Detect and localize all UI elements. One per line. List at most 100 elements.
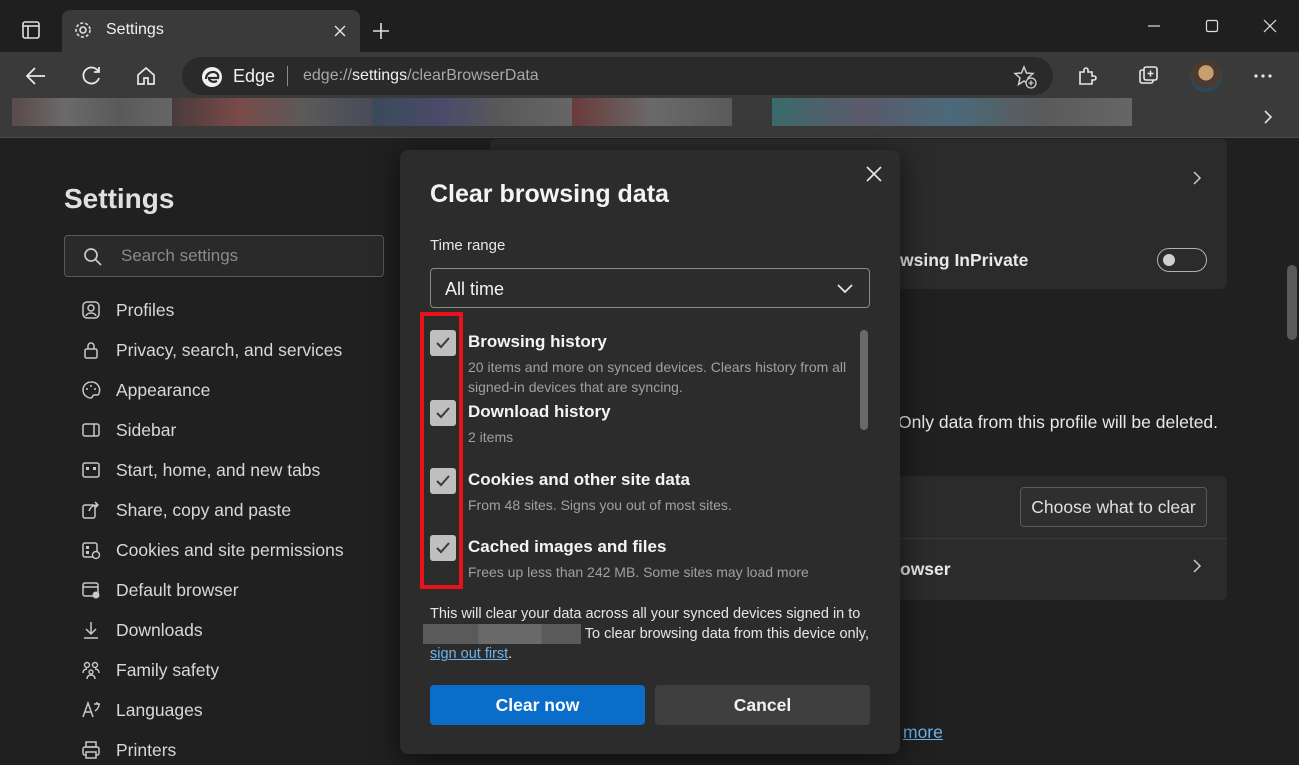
dialog-scrollbar[interactable] <box>860 330 868 430</box>
clear-browsing-data-dialog: Clear browsing data Time range All time … <box>400 150 900 754</box>
search-input[interactable] <box>121 245 371 267</box>
item-desc: From 48 sites. Signs you out of most sit… <box>468 497 732 513</box>
url-prefix: edge:// <box>303 67 352 84</box>
sidebar-item-label: Cookies and site permissions <box>116 539 344 560</box>
sidebar-item-label: Default browser <box>116 579 239 600</box>
search-box[interactable] <box>64 235 384 277</box>
sidebar-item-label: Start, home, and new tabs <box>116 459 321 480</box>
note-text-1: This will clear your data across all you… <box>430 606 861 622</box>
more-menu-icon[interactable] <box>1247 60 1279 92</box>
close-icon[interactable] <box>862 162 886 186</box>
sidebar-nav: Profiles Privacy, search, and services A… <box>80 290 380 765</box>
item-title: Download history <box>468 402 611 421</box>
sync-note: This will clear your data across all you… <box>423 604 875 664</box>
tab-actions-icon[interactable] <box>14 14 48 46</box>
sidebar-item-printers[interactable]: Printers <box>80 730 380 765</box>
clear-now-button[interactable]: Clear now <box>430 685 645 725</box>
sidebar-item-downloads[interactable]: Downloads <box>80 610 380 650</box>
sidebar-item-family[interactable]: Family safety <box>80 650 380 690</box>
avatar[interactable] <box>1190 60 1222 92</box>
toolbar: Edge edge://settings/clearBrowserData <box>0 52 1299 98</box>
choose-what-to-clear-button[interactable]: Choose what to clear <box>1020 487 1207 527</box>
address-separator <box>287 66 288 86</box>
gear-icon <box>72 19 94 41</box>
time-range-value: All time <box>445 279 505 299</box>
sidebar-item-cookies[interactable]: Cookies and site permissions <box>80 530 380 570</box>
sidebar-item-default-browser[interactable]: Default browser <box>80 570 380 610</box>
collections-icon[interactable] <box>1133 60 1165 92</box>
tab-settings[interactable]: Settings <box>62 10 360 52</box>
sidebar-icon <box>80 419 102 441</box>
share-icon <box>80 499 102 521</box>
sidebar-item-start-home[interactable]: Start, home, and new tabs <box>80 450 380 490</box>
item-desc: 2 items <box>468 429 514 445</box>
edge-logo-icon <box>202 67 222 87</box>
favorites-redacted <box>12 98 172 126</box>
sidebar-item-appearance[interactable]: Appearance <box>80 370 380 410</box>
printer-icon <box>80 739 102 761</box>
tab-title: Settings <box>106 21 164 38</box>
sidebar-item-label: Downloads <box>116 619 203 640</box>
favorites-bar <box>0 98 1299 138</box>
refresh-icon[interactable] <box>75 60 107 92</box>
cancel-button[interactable]: Cancel <box>655 685 870 725</box>
sidebar-item-label: Appearance <box>116 379 211 400</box>
sidebar-item-share[interactable]: Share, copy and paste <box>80 490 380 530</box>
sidebar-item-privacy[interactable]: Privacy, search, and services <box>80 330 380 370</box>
page-scrollbar[interactable] <box>1287 265 1297 340</box>
time-range-select[interactable]: All time <box>430 268 870 308</box>
favorites-redacted <box>572 98 732 126</box>
browser-icon <box>80 579 102 601</box>
sidebar-item-label: Printers <box>116 739 177 760</box>
sidebar-item-label: Profiles <box>116 299 175 320</box>
note-end: . <box>508 646 513 662</box>
extensions-icon[interactable] <box>1071 60 1103 92</box>
item-title: Browsing history <box>468 332 607 351</box>
sign-out-link[interactable]: sign out first <box>430 646 508 662</box>
close-tab-icon[interactable] <box>330 21 350 41</box>
site-name: Edge <box>233 66 276 86</box>
sidebar-item-languages[interactable]: Languages <box>80 690 380 730</box>
url-text[interactable]: edge://settings/clearBrowserData <box>303 67 539 85</box>
home-grid-icon <box>80 459 102 481</box>
data-types-list: Browsing history 20 items and more on sy… <box>430 330 860 580</box>
lock-icon <box>80 339 102 361</box>
download-icon <box>80 619 102 641</box>
item-title: Cached images and files <box>468 537 667 556</box>
url-suffix: /clearBrowserData <box>407 67 539 84</box>
redacted-account <box>423 624 581 644</box>
learn-more-link[interactable]: more <box>903 722 943 743</box>
profile-delete-note: Only data from this profile will be dele… <box>898 412 1219 432</box>
add-favorite-icon[interactable] <box>1013 65 1037 89</box>
sidebar-item-profiles[interactable]: Profiles <box>80 290 380 330</box>
family-icon <box>80 659 102 681</box>
chevron-right-icon[interactable] <box>1257 106 1279 128</box>
minimize-icon[interactable] <box>1136 12 1172 40</box>
search-icon <box>84 248 102 266</box>
dialog-title: Clear browsing data <box>430 180 669 208</box>
sidebar-item-label: Languages <box>116 699 203 720</box>
sidebar-item-sidebar[interactable]: Sidebar <box>80 410 380 450</box>
maximize-icon[interactable] <box>1194 12 1230 40</box>
chevron-right-icon[interactable] <box>1190 171 1204 185</box>
tab-bar: Settings <box>0 0 1299 52</box>
profile-icon <box>80 299 102 321</box>
time-range-label: Time range <box>430 237 506 254</box>
note-text-2: To clear browsing data from this device … <box>584 626 870 642</box>
favorites-redacted <box>772 98 1132 126</box>
inprivate-toggle[interactable] <box>1157 248 1207 272</box>
sidebar-item-label: Family safety <box>116 659 220 680</box>
sidebar-item-label: Privacy, search, and services <box>116 339 343 360</box>
item-title: Cookies and other site data <box>468 470 690 489</box>
inprivate-label: wsing InPrivate <box>900 250 1029 270</box>
home-icon[interactable] <box>130 60 162 92</box>
address-bar[interactable]: Edge edge://settings/clearBrowserData <box>182 57 1053 95</box>
chevron-right-icon[interactable] <box>1190 559 1204 573</box>
item-desc: Frees up less than 242 MB. Some sites ma… <box>468 564 809 580</box>
page-title: Settings <box>64 183 175 214</box>
item-desc: 20 items and more on synced devices. Cle… <box>468 359 847 395</box>
new-tab-icon[interactable] <box>366 16 396 46</box>
favorites-redacted <box>372 98 572 126</box>
close-window-icon[interactable] <box>1252 12 1288 40</box>
back-icon[interactable] <box>20 60 52 92</box>
